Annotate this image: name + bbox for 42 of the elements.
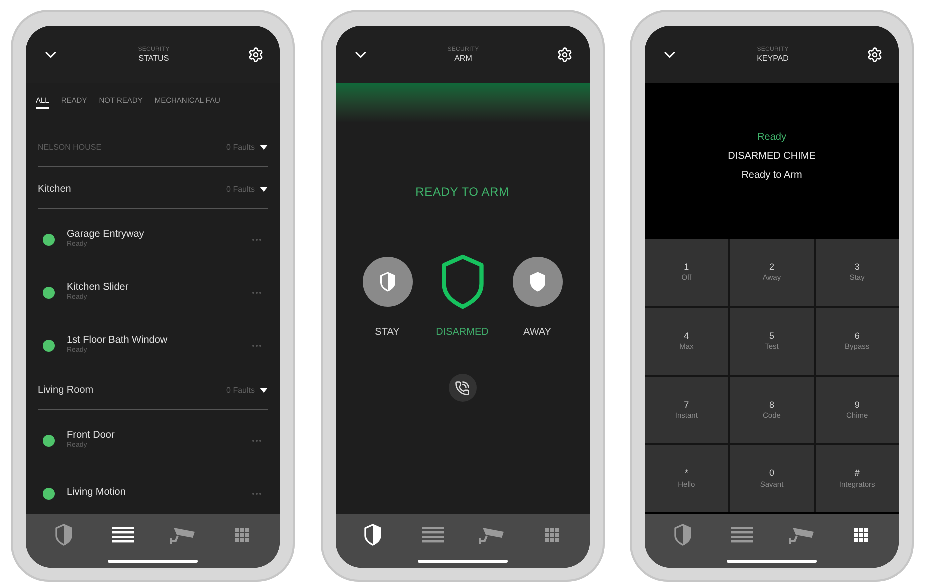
- list-icon: [731, 527, 754, 543]
- group-name: NELSON HOUSE: [38, 142, 102, 154]
- shield-icon: [54, 523, 74, 547]
- keypad-grid-icon: [544, 528, 559, 542]
- arm-mode-button[interactable]: DISARMED: [428, 251, 498, 340]
- group-name: Living Room: [38, 384, 94, 398]
- security-camera-icon: [786, 525, 817, 545]
- dropdown-caret-icon[interactable]: [260, 187, 268, 192]
- shield-icon: [363, 523, 384, 547]
- sensor-name: Kitchen Slider: [67, 282, 130, 294]
- arm-mode-button[interactable]: STAY: [352, 251, 422, 340]
- keypad-grid-icon: [854, 528, 868, 542]
- fault-count: 0 Faults: [226, 184, 255, 196]
- arm-mode-button[interactable]: AWAY: [502, 251, 572, 340]
- fault-count: 0 Faults: [226, 384, 255, 396]
- arm-status-message: READY TO ARM: [416, 184, 510, 201]
- display-line: DISARMED CHIME: [728, 150, 816, 164]
- list-icon: [112, 527, 134, 543]
- display-line: Ready to Arm: [742, 169, 802, 183]
- header-title: STATUS: [138, 54, 170, 62]
- call-button[interactable]: [448, 374, 476, 402]
- phone-icon: [455, 380, 470, 396]
- shield-icon: [378, 271, 396, 293]
- fault-count: 0 Faults: [226, 142, 255, 154]
- list-icon: [422, 527, 444, 543]
- shield-icon: [528, 271, 546, 293]
- dropdown-caret-icon[interactable]: [260, 145, 268, 150]
- settings-icon[interactable]: [557, 46, 574, 62]
- group-name: Kitchen: [38, 183, 72, 197]
- header-title: ARM: [454, 54, 472, 62]
- display-line: Ready: [758, 131, 786, 145]
- sensor-name: Garage Entryway: [67, 228, 146, 240]
- sensor-name: Front Door: [67, 430, 116, 442]
- dropdown-caret-icon[interactable]: [260, 388, 268, 393]
- settings-icon[interactable]: [867, 46, 883, 62]
- header-title: KEYPAD: [757, 54, 789, 62]
- settings-icon[interactable]: [248, 46, 264, 62]
- sensor-name: 1st Floor Bath Window: [67, 334, 169, 346]
- keypad-grid-icon: [235, 528, 250, 542]
- sensor-name: Living Motion: [67, 487, 127, 500]
- shield-icon: [672, 523, 693, 547]
- security-camera-icon: [168, 525, 198, 545]
